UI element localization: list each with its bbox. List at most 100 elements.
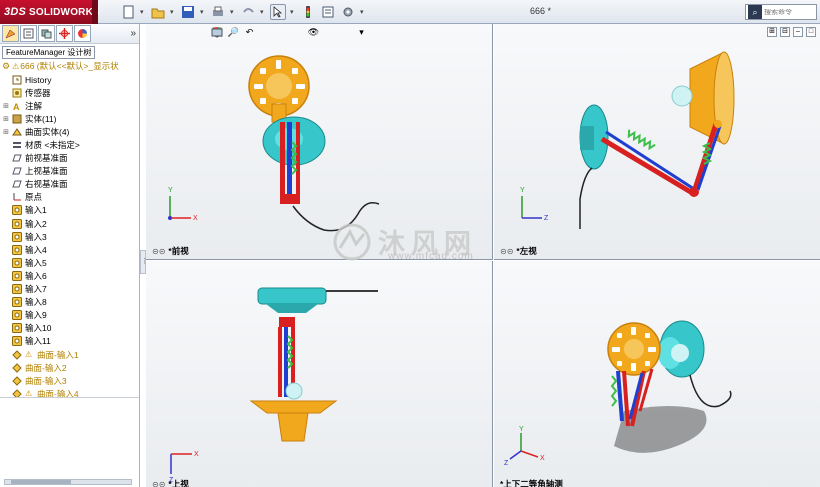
annotation-icon: A	[12, 101, 22, 111]
tree-item[interactable]: ⚠ 曲面-输入1	[2, 348, 139, 361]
tab-displaymanager-icon[interactable]	[74, 25, 91, 42]
tree-item-label: 传感器	[25, 87, 51, 98]
tree-item[interactable]: ⊞ 曲面实体(4)	[2, 125, 139, 138]
tree-item[interactable]: 原点	[2, 191, 139, 204]
tree-item-label: 曲面-输入3	[25, 375, 67, 386]
tab-featuremanager-icon[interactable]	[2, 25, 19, 42]
tree-item-label: 输入7	[25, 284, 47, 295]
horizontal-scrollbar[interactable]	[4, 479, 132, 485]
viewport-front[interactable]: 🔍 🔎 ↶ 👁 ▾	[146, 24, 493, 260]
save-icon[interactable]	[180, 4, 196, 20]
tree-item[interactable]: ⊞ 实体(11)	[2, 112, 139, 125]
tree-item[interactable]: 输入4	[2, 243, 139, 256]
tree-item[interactable]: ⊞ A 注解	[2, 99, 139, 112]
viewport-left-label: ⊝⊝ *左视	[500, 245, 537, 257]
viewport-iso-label: *上下二等角轴测	[500, 478, 563, 487]
search-commands-field[interactable]: ⌕	[745, 4, 817, 20]
panel-tabs: »	[0, 24, 139, 44]
tree-item-label: History	[25, 74, 52, 85]
tree-item-label: 右视基准面	[25, 179, 68, 190]
expand-node-icon[interactable]: ⊞	[2, 115, 10, 123]
save-dropdown-icon[interactable]: ▾	[200, 4, 206, 20]
scrollbar-thumb[interactable]	[11, 480, 71, 484]
tree-item-label: 输入10	[25, 323, 52, 334]
svg-text:X: X	[194, 451, 199, 458]
viewport-top[interactable]: Z X ⊝⊝ *上视	[146, 261, 493, 487]
import-icon	[12, 257, 22, 268]
undo-dropdown-icon[interactable]: ▾	[260, 4, 266, 20]
search-icon[interactable]: ⌕	[748, 5, 762, 19]
tree-item-label: 上视基准面	[25, 166, 68, 177]
print-icon[interactable]	[210, 4, 226, 20]
view-eye-icon: ⊝⊝	[152, 246, 166, 256]
featuremanager-tooltip: FeatureManager 设计树	[2, 46, 96, 59]
surface-import-icon	[12, 362, 22, 373]
open-dropdown-icon[interactable]: ▾	[170, 4, 176, 20]
file-properties-icon[interactable]	[320, 4, 336, 20]
sensor-icon	[12, 88, 22, 98]
tree-item[interactable]: History	[2, 73, 139, 86]
tree-item[interactable]: 上视基准面	[2, 165, 139, 178]
tree-item[interactable]: 输入1	[2, 204, 139, 217]
select-dropdown-icon[interactable]: ▾	[290, 4, 296, 20]
expand-node-icon[interactable]: ⊞	[2, 128, 10, 136]
new-dropdown-icon[interactable]: ▾	[140, 4, 146, 20]
tree-item[interactable]: 曲面-输入3	[2, 374, 139, 387]
import-icon	[12, 284, 22, 295]
brand-prefix: 3DS	[4, 6, 26, 18]
tree-item-label: 输入3	[25, 231, 47, 242]
view-eye-icon: ⊝⊝	[152, 479, 166, 487]
tree-item[interactable]: 输入9	[2, 309, 139, 322]
tree-item[interactable]: 输入6	[2, 269, 139, 282]
tree-item[interactable]: 输入2	[2, 217, 139, 230]
tree-item[interactable]: 输入7	[2, 283, 139, 296]
tree-item[interactable]: 材质 <未指定>	[2, 138, 139, 151]
tree-item[interactable]: 输入10	[2, 322, 139, 335]
tree-item[interactable]: 输入5	[2, 256, 139, 269]
feature-tree: History 传感器 ⊞ A 注解 ⊞ 实体(11) ⊞ 曲面实体(4) 材质 <未指定> 前视基…	[0, 73, 139, 400]
viewport-isometric[interactable]: Y X Z *上下二等角轴测	[494, 261, 820, 487]
expand-panel-icon[interactable]: »	[130, 28, 136, 39]
viewport-top-label: ⊝⊝ *上视	[152, 478, 189, 487]
history-icon	[12, 75, 22, 85]
svg-text:X: X	[540, 455, 545, 462]
tree-item[interactable]: 曲面-输入2	[2, 361, 139, 374]
tab-propertymanager-icon[interactable]	[20, 25, 37, 42]
print-dropdown-icon[interactable]: ▾	[230, 4, 236, 20]
new-document-icon[interactable]	[120, 4, 136, 20]
svg-text:X: X	[193, 215, 198, 222]
tree-item[interactable]: 输入3	[2, 230, 139, 243]
tree-item-label: 注解	[25, 100, 43, 111]
solidworks-menu-button[interactable]: 3DS SOLIDWORKS	[0, 0, 100, 24]
tree-item[interactable]: 传感器	[2, 86, 139, 99]
plane-icon	[12, 166, 22, 176]
title-toolbar: 3DS SOLIDWORKS ▾ ▾ ▾ ▾ ▾ ▾ ▾ 666 * ⌕	[0, 0, 820, 24]
tab-dimxpert-icon[interactable]	[56, 25, 73, 42]
tree-item-label: 输入11	[25, 336, 51, 347]
brand-name: SOLIDWORKS	[29, 6, 100, 18]
import-icon	[12, 310, 22, 321]
tree-item-label: 输入9	[25, 310, 47, 321]
import-icon	[12, 218, 22, 229]
expand-node-icon[interactable]: ⊞	[2, 102, 10, 110]
tree-item[interactable]: 输入11	[2, 335, 139, 348]
undo-icon[interactable]	[240, 4, 256, 20]
filter-row: ⚙ ⚠ 666 (默认<<默认>_显示状	[0, 59, 139, 73]
tree-item[interactable]: 前视基准面	[2, 152, 139, 165]
options-gear-icon[interactable]	[340, 4, 356, 20]
open-folder-icon[interactable]	[150, 4, 166, 20]
tree-item[interactable]: 右视基准面	[2, 178, 139, 191]
material-icon	[12, 140, 22, 150]
options-dropdown-icon[interactable]: ▾	[360, 4, 366, 20]
select-pointer-icon[interactable]	[270, 4, 286, 20]
plane-icon	[12, 153, 22, 163]
rebuild-icon[interactable]	[300, 4, 316, 20]
tab-configurationmanager-icon[interactable]	[38, 25, 55, 42]
viewport-left[interactable]: ⊞ ⊟ – □ Y Z ⊝⊝ *左视	[494, 24, 820, 260]
svg-text:Y: Y	[520, 187, 525, 194]
root-part-name[interactable]: 666 (默认<<默认>_显示状	[20, 60, 119, 72]
tree-item[interactable]: 输入8	[2, 296, 139, 309]
search-input[interactable]	[764, 8, 816, 16]
tree-item-label: 输入2	[25, 218, 47, 229]
left-view-model: Y Z	[520, 51, 735, 229]
